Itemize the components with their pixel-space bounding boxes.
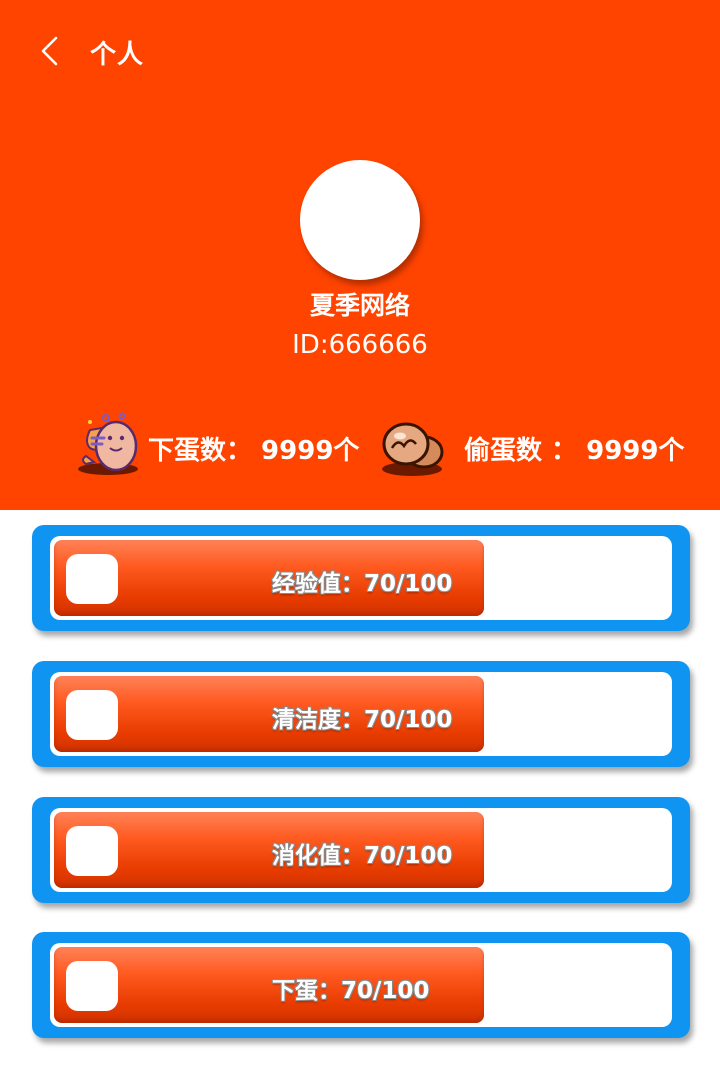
eggs-stolen-text: 偷蛋数 ： 9999个 <box>464 436 685 466</box>
page-title: 个人 <box>90 40 145 70</box>
username: 夏季网络 <box>309 291 410 320</box>
user-id: ID:666666 <box>292 330 428 360</box>
progress-knob[interactable] <box>66 826 118 876</box>
progress-bar: 消化值：70/100 <box>54 812 484 888</box>
laying-card: 下蛋：70/100 <box>32 932 690 1038</box>
progress-knob[interactable] <box>66 961 118 1011</box>
chevron-left-icon[interactable] <box>34 32 64 70</box>
eggs-stolen-stat: 偷蛋数 ： 9999个 <box>380 408 700 478</box>
progress-bar: 经验值：70/100 <box>54 540 484 616</box>
avatar[interactable] <box>300 160 420 280</box>
progress-label: 清洁度：70/100 <box>272 707 453 733</box>
progress-track: 下蛋：70/100 <box>50 943 672 1027</box>
progress-label: 消化值：70/100 <box>272 843 453 869</box>
progress-knob[interactable] <box>66 554 118 604</box>
progress-track: 经验值：70/100 <box>50 536 672 620</box>
egg-pair-icon <box>382 422 444 476</box>
profile-header: 个人 夏季网络 ID:666666 下蛋数： 9999个 偷蛋数 ： 9999个 <box>0 0 720 510</box>
progress-knob[interactable] <box>66 690 118 740</box>
eggs-laid-text: 下蛋数： 9999个 <box>148 436 360 466</box>
top-bar: 个人 <box>0 0 720 100</box>
digestion-card: 消化值：70/100 <box>32 797 690 903</box>
egg-character-icon <box>78 412 138 475</box>
progress-bar: 下蛋：70/100 <box>54 947 484 1023</box>
eggs-laid-stat: 下蛋数： 9999个 <box>76 408 366 478</box>
experience-card: 经验值：70/100 <box>32 525 690 631</box>
progress-label: 经验值：70/100 <box>272 571 453 597</box>
progress-bar: 清洁度：70/100 <box>54 676 484 752</box>
progress-label: 下蛋：70/100 <box>272 978 430 1004</box>
progress-track: 消化值：70/100 <box>50 808 672 892</box>
cleanliness-card: 清洁度：70/100 <box>32 661 690 767</box>
progress-track: 清洁度：70/100 <box>50 672 672 756</box>
